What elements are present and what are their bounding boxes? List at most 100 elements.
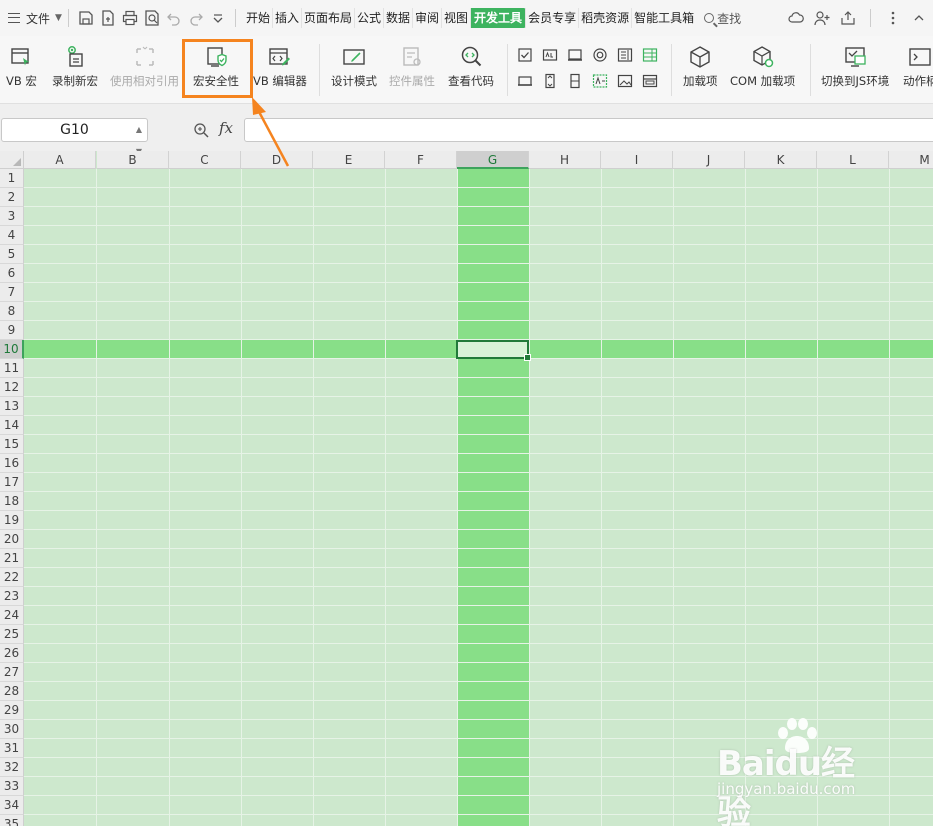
radio-control-button[interactable]: [592, 47, 608, 63]
record-macro-button[interactable]: 录制新宏: [52, 44, 98, 94]
row-header[interactable]: 4: [0, 226, 24, 245]
column-header-f[interactable]: F: [385, 151, 457, 169]
column-header-d[interactable]: D: [241, 151, 313, 169]
relative-reference-button[interactable]: 使用相对引用: [110, 44, 179, 94]
zoom-icon[interactable]: [193, 122, 209, 138]
row-header[interactable]: 27: [0, 663, 24, 682]
row-header[interactable]: 11: [0, 359, 24, 378]
column-header-g[interactable]: G: [457, 151, 529, 169]
column-header-j[interactable]: J: [673, 151, 745, 169]
com-addins-button[interactable]: COM 加载项: [730, 44, 795, 94]
function-icon[interactable]: fx: [219, 119, 233, 137]
column-header-c[interactable]: C: [169, 151, 241, 169]
tab-5[interactable]: 审阅: [412, 8, 441, 28]
row-header[interactable]: 29: [0, 701, 24, 720]
tab-7[interactable]: 开发工具: [470, 8, 526, 28]
scrollbar-control-button[interactable]: [542, 73, 558, 89]
tab-10[interactable]: 智能工具箱: [631, 8, 696, 28]
switch-js-button[interactable]: 切换到JS环境: [821, 44, 889, 94]
label-control-button[interactable]: [542, 47, 558, 63]
row-header[interactable]: 30: [0, 720, 24, 739]
row-header[interactable]: 28: [0, 682, 24, 701]
addins-button[interactable]: 加载项: [683, 44, 718, 94]
column-header-b[interactable]: B: [97, 151, 169, 169]
share-button[interactable]: [838, 8, 858, 28]
row-header[interactable]: 25: [0, 625, 24, 644]
control-properties-button[interactable]: 控件属性: [389, 44, 435, 94]
row-header[interactable]: 22: [0, 568, 24, 587]
export-pdf-button[interactable]: [97, 7, 119, 29]
row-header[interactable]: 7: [0, 283, 24, 302]
checkbox-control-button[interactable]: [517, 47, 533, 63]
row-header[interactable]: 3: [0, 207, 24, 226]
row-header[interactable]: 34: [0, 796, 24, 815]
redo-button[interactable]: [185, 7, 207, 29]
action-handle-button[interactable]: 动作柄: [903, 44, 933, 94]
spin-control-button[interactable]: [567, 73, 583, 89]
collaborate-button[interactable]: [812, 8, 832, 28]
row-header[interactable]: 2: [0, 188, 24, 207]
row-header[interactable]: 8: [0, 302, 24, 321]
column-header-h[interactable]: H: [529, 151, 601, 169]
tab-8[interactable]: 会员专享: [525, 8, 578, 28]
save-button[interactable]: [75, 7, 97, 29]
row-header[interactable]: 6: [0, 264, 24, 283]
file-menu[interactable]: 文件 ▼: [0, 0, 62, 36]
row-header[interactable]: 33: [0, 777, 24, 796]
vb-macro-button[interactable]: VB 宏: [6, 44, 37, 94]
tab-1[interactable]: 插入: [271, 8, 301, 28]
column-header-e[interactable]: E: [313, 151, 385, 169]
listbox-control-button[interactable]: [617, 47, 633, 63]
more-options-button[interactable]: [883, 8, 903, 28]
cloud-sync-button[interactable]: [786, 8, 806, 28]
image-button-control[interactable]: [517, 73, 533, 89]
print-preview-button[interactable]: [141, 7, 163, 29]
row-header[interactable]: 12: [0, 378, 24, 397]
row-header[interactable]: 9: [0, 321, 24, 340]
row-header[interactable]: 1: [0, 169, 24, 188]
design-mode-button[interactable]: 设计模式: [331, 44, 377, 94]
row-header[interactable]: 32: [0, 758, 24, 777]
tab-6[interactable]: 视图: [441, 8, 470, 28]
row-header[interactable]: 23: [0, 587, 24, 606]
search-box[interactable]: 查找: [704, 10, 741, 27]
row-header[interactable]: 31: [0, 739, 24, 758]
tab-4[interactable]: 数据: [383, 8, 412, 28]
row-header[interactable]: 15: [0, 435, 24, 454]
vb-editor-button[interactable]: VB 编辑器: [253, 44, 307, 94]
column-header-k[interactable]: K: [745, 151, 817, 169]
view-code-button[interactable]: 查看代码: [448, 44, 494, 94]
select-all-corner[interactable]: [0, 151, 24, 169]
formula-input[interactable]: [244, 118, 933, 142]
customize-toolbar-button[interactable]: [207, 7, 229, 29]
column-header-i[interactable]: I: [601, 151, 673, 169]
tab-2[interactable]: 页面布局: [300, 8, 354, 28]
undo-button[interactable]: [163, 7, 185, 29]
tab-9[interactable]: 稻壳资源: [578, 8, 631, 28]
row-header[interactable]: 26: [0, 644, 24, 663]
print-button[interactable]: [119, 7, 141, 29]
row-header[interactable]: 24: [0, 606, 24, 625]
row-header[interactable]: 5: [0, 245, 24, 264]
collapse-ribbon-button[interactable]: [909, 8, 929, 28]
active-cell[interactable]: [456, 340, 531, 361]
row-header[interactable]: 16: [0, 454, 24, 473]
button-control-button[interactable]: [567, 47, 583, 63]
row-header[interactable]: 21: [0, 549, 24, 568]
combo-control-button[interactable]: [642, 47, 658, 63]
tab-3[interactable]: 公式: [353, 8, 383, 28]
column-header-l[interactable]: L: [817, 151, 889, 169]
frame-control-button[interactable]: [642, 73, 658, 89]
name-box[interactable]: G10 ▲▼: [1, 118, 148, 156]
row-header[interactable]: 13: [0, 397, 24, 416]
row-header[interactable]: 35: [0, 815, 24, 826]
row-header[interactable]: 10: [0, 340, 24, 359]
image-control-button[interactable]: [617, 73, 633, 89]
column-header-m[interactable]: M: [889, 151, 933, 169]
column-header-a[interactable]: A: [24, 151, 96, 169]
row-header[interactable]: 19: [0, 511, 24, 530]
row-header[interactable]: 14: [0, 416, 24, 435]
row-header[interactable]: 20: [0, 530, 24, 549]
tab-0[interactable]: 开始: [244, 8, 272, 28]
textbox-control-button[interactable]: [592, 73, 608, 89]
